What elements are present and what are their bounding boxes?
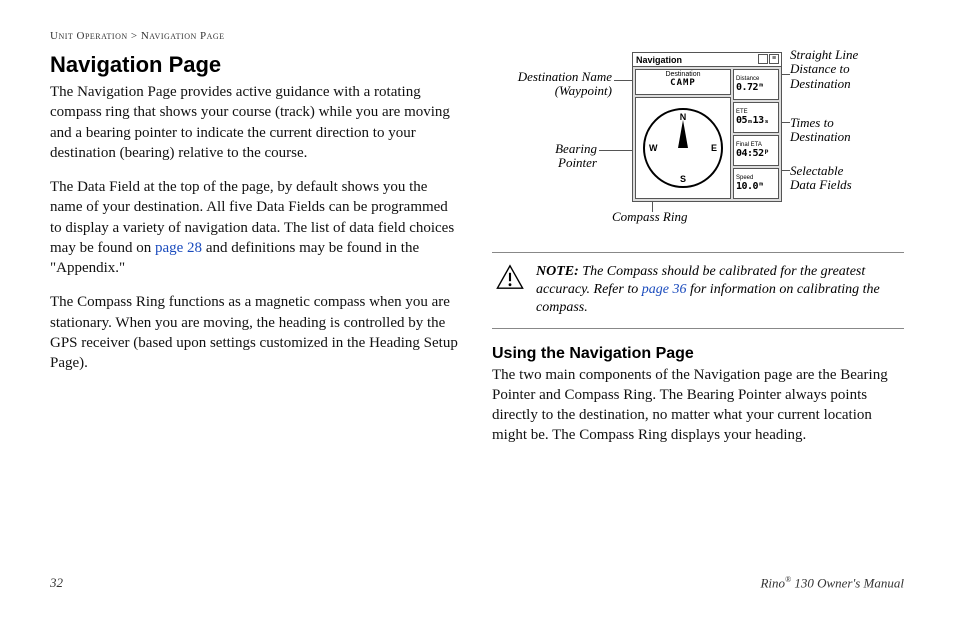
note-box: NOTE: The Compass should be calibrated f… <box>492 252 904 329</box>
compass-display: N S E W <box>635 97 731 199</box>
link-page-28[interactable]: page 28 <box>155 240 202 256</box>
callout-bearing-pointer: Bearing Pointer <box>492 142 597 171</box>
menu-icon: ≡ <box>769 54 779 64</box>
callout-distance: Straight Line Distance to Destination <box>790 48 858 91</box>
navigation-diagram: Destination Name (Waypoint) Bearing Poin… <box>492 52 904 232</box>
document-title: Rino® 130 Owner's Manual <box>760 575 904 591</box>
ete-field: ETE 05ₘ13ₛ <box>733 102 779 133</box>
link-page-36[interactable]: page 36 <box>642 282 687 297</box>
callout-destination-name: Destination Name (Waypoint) <box>492 70 612 99</box>
page-number: 32 <box>50 575 63 591</box>
speed-field: Speed 10.0ᵐ <box>733 168 779 199</box>
left-column: Navigation Page The Navigation Page prov… <box>50 52 462 460</box>
callout-times: Times to Destination <box>790 116 851 145</box>
note-label: NOTE: <box>536 264 579 279</box>
intro-paragraph: The Navigation Page provides active guid… <box>50 82 462 163</box>
breadcrumb-part-2: Navigation Page <box>141 30 225 42</box>
destination-field: Destination CAMP <box>635 69 731 95</box>
subsection-title: Using the Navigation Page <box>492 345 904 363</box>
bearing-arrow-icon <box>678 120 688 148</box>
compass-ring-paragraph: The Compass Ring functions as a magnetic… <box>50 292 462 373</box>
window-icon <box>758 54 768 64</box>
page-footer: 32 Rino® 130 Owner's Manual <box>50 575 904 591</box>
distance-field: Distance 0.72ᵐ <box>733 69 779 100</box>
breadcrumb-part-1: Unit Operation <box>50 30 128 42</box>
page-title: Navigation Page <box>50 52 462 78</box>
breadcrumb: Unit Operation > Navigation Page <box>50 30 904 42</box>
breadcrumb-sep: > <box>128 30 141 42</box>
final-eta-field: Final ETA 04:52ᵖ <box>733 135 779 166</box>
right-column: Destination Name (Waypoint) Bearing Poin… <box>492 52 904 460</box>
warning-icon <box>496 263 524 291</box>
data-field-paragraph: The Data Field at the top of the page, b… <box>50 177 462 278</box>
using-nav-paragraph: The two main components of the Navigatio… <box>492 365 904 446</box>
callout-selectable: Selectable Data Fields <box>790 164 852 193</box>
callout-compass-ring: Compass Ring <box>612 210 687 224</box>
diagram-title: Navigation <box>636 55 682 65</box>
